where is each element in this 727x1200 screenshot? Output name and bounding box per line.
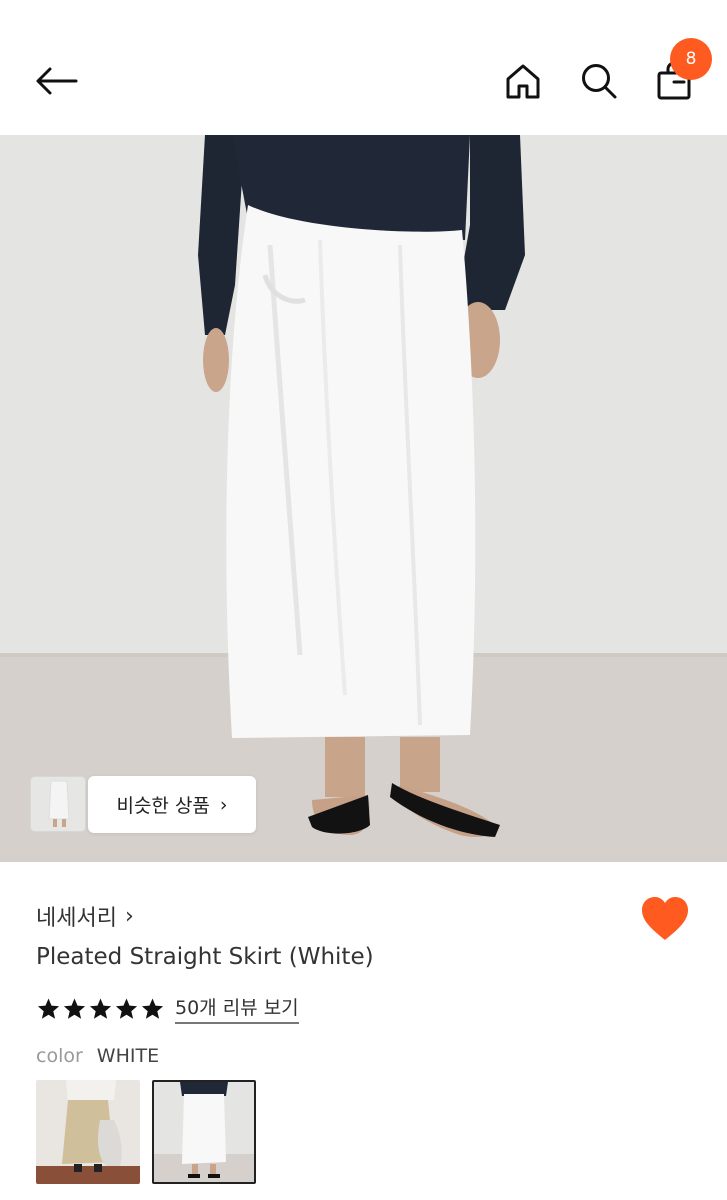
search-button[interactable] [576, 58, 622, 104]
brand-name: 네세서리 [36, 906, 117, 931]
white-variant [154, 1082, 254, 1182]
brand-link[interactable]: 네세서리 › [36, 900, 134, 932]
product-photo[interactable] [0, 135, 727, 862]
star-icon [63, 998, 86, 1019]
color-swatch-white[interactable] [152, 1080, 256, 1184]
star-icon [115, 998, 138, 1019]
star-icon [141, 998, 164, 1019]
star-icon [37, 998, 60, 1019]
heart-icon [642, 897, 688, 940]
similar-items-button[interactable]: 비슷한 상품 › [88, 776, 256, 833]
top-nav-bar: 8 [0, 0, 727, 135]
similar-items-label: 비슷한 상품 [116, 795, 210, 817]
search-icon [582, 64, 617, 99]
cart-count-badge: 8 [670, 38, 712, 80]
home-icon [506, 64, 540, 99]
home-button[interactable] [500, 58, 546, 104]
reviews-link[interactable]: 50개 리뷰 보기 [175, 993, 299, 1024]
color-label: color [36, 1045, 83, 1067]
product-photo-white-skirt [0, 135, 727, 862]
color-value: WHITE [96, 1045, 160, 1067]
color-swatch-beige[interactable] [36, 1080, 140, 1184]
product-title: Pleated Straight Skirt (White) [36, 944, 374, 970]
like-button[interactable] [640, 896, 690, 942]
back-button[interactable] [30, 58, 82, 104]
color-row: color WHITE [36, 1045, 159, 1067]
similar-items-thumbnail[interactable] [30, 776, 86, 832]
chevron-right-icon: › [124, 903, 134, 929]
beige-variant [36, 1080, 140, 1184]
rating-row: 50개 리뷰 보기 [36, 993, 299, 1024]
star-rating [36, 997, 165, 1021]
chevron-right-icon: › [219, 793, 228, 816]
star-icon [89, 998, 112, 1019]
similar-thumbnail-image [31, 777, 85, 831]
arrow-left-icon [36, 67, 78, 95]
